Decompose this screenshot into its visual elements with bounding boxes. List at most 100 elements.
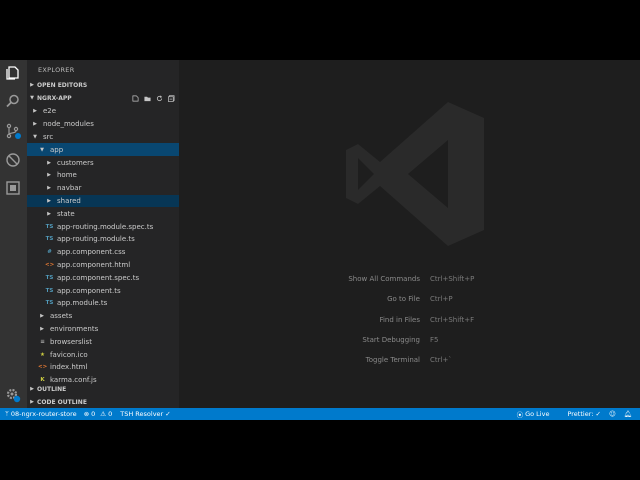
shortcut-label[interactable]: Show All Commands — [270, 275, 420, 283]
files-icon[interactable] — [4, 64, 22, 82]
chevron-right-icon[interactable]: ▶ — [45, 211, 53, 217]
shortcut-key: Ctrl+P — [430, 295, 453, 304]
tree-file[interactable]: <> app.component.html — [27, 259, 179, 272]
tree-folder[interactable]: ▶ customers — [27, 156, 179, 169]
tree-item-label: browserslist — [50, 337, 92, 346]
shortcut-label[interactable]: Go to File — [270, 295, 420, 303]
shortcut-label[interactable]: Toggle Terminal — [270, 356, 420, 364]
vscode-window: EXPLORER ▶ OPEN EDITORS ▼ NGRX-APP ▶ e2e ▶… — [0, 60, 640, 420]
chevron-right-icon[interactable]: ▶ — [38, 326, 46, 332]
tree-file[interactable]: TS app-routing.module.ts — [27, 233, 179, 246]
tree-item-label: app.module.ts — [57, 299, 108, 308]
ts-file-icon: TS — [45, 300, 54, 307]
new-folder-icon[interactable] — [144, 95, 151, 102]
vscode-logo-icon — [344, 98, 489, 254]
tree-item-label: app.component.html — [57, 260, 131, 269]
tree-file[interactable]: TS app.component.spec.ts — [27, 271, 179, 284]
tree-file[interactable]: TS app.component.ts — [27, 284, 179, 297]
ts-file-icon: TS — [45, 236, 54, 243]
ts-file-icon: TS — [45, 223, 54, 230]
tree-file[interactable]: TS app.module.ts — [27, 297, 179, 310]
tree-item-label: favicon.ico — [50, 350, 88, 359]
tree-item-label: app.component.spec.ts — [57, 273, 140, 282]
tree-item-label: app-routing.module.ts — [57, 235, 135, 244]
tree-file[interactable]: <> index.html — [27, 361, 179, 374]
chevron-down-icon[interactable]: ▼ — [31, 134, 39, 140]
tree-folder[interactable]: ▶ node_modules — [27, 118, 179, 131]
chevron-right-icon[interactable]: ▶ — [45, 198, 53, 204]
problems-indicator[interactable]: ⊗ 0 ⚠ 0 — [84, 410, 113, 418]
tree-folder[interactable]: ▶ environments — [27, 323, 179, 336]
feedback-button[interactable]: ☺ — [609, 410, 616, 418]
project-label: NGRX-APP — [37, 94, 72, 102]
go-live-label: Go Live — [525, 410, 550, 418]
notifications-button[interactable]: 🔔︎ — [624, 410, 632, 418]
tree-item-label: customers — [57, 158, 94, 167]
source-control-icon[interactable] — [4, 122, 22, 140]
fav-file-icon: ★ — [40, 351, 45, 358]
chevron-right-icon: ▶ — [30, 399, 34, 405]
tree-item-label: node_modules — [43, 120, 94, 129]
shortcut-key: Ctrl+Shift+P — [430, 275, 475, 283]
search-icon[interactable] — [4, 92, 22, 110]
prettier-indicator[interactable]: Prettier: ✓ — [567, 410, 601, 418]
tree-folder[interactable]: ▶ shared — [27, 194, 179, 208]
ts-file-icon: TS — [45, 287, 54, 294]
tree-folder[interactable]: ▶ state — [27, 207, 179, 220]
broadcast-icon: ⦿ — [516, 411, 524, 419]
smiley-icon: ☺ — [608, 410, 616, 418]
chevron-right-icon[interactable]: ▶ — [45, 185, 53, 191]
tree-folder[interactable]: ▶ e2e — [27, 105, 179, 118]
shortcut-label[interactable]: Find in Files — [270, 316, 420, 324]
open-editors-section[interactable]: ▶ OPEN EDITORS — [27, 79, 179, 91]
tree-file[interactable]: # app.component.css — [27, 246, 179, 259]
outline-label: OUTLINE — [37, 385, 67, 393]
outline-section[interactable]: ▶ OUTLINE — [27, 383, 179, 395]
project-section[interactable]: ▼ NGRX-APP — [27, 92, 179, 104]
tree-folder[interactable]: ▼ src — [27, 131, 179, 144]
go-live-button[interactable]: ⦿ Go Live — [517, 409, 550, 419]
tree-item-label: home — [57, 171, 77, 180]
new-file-icon[interactable] — [132, 95, 139, 102]
gear-icon[interactable] — [4, 386, 22, 404]
tree-folder[interactable]: ▶ assets — [27, 310, 179, 323]
warning-icon: ⚠ — [100, 410, 107, 418]
chevron-right-icon[interactable]: ▶ — [31, 108, 39, 114]
explorer-sidebar: EXPLORER ▶ OPEN EDITORS ▼ NGRX-APP ▶ e2e ▶… — [27, 60, 179, 408]
shortcut-label[interactable]: Start Debugging — [270, 336, 420, 344]
chevron-right-icon[interactable]: ▶ — [45, 172, 53, 178]
tree-folder[interactable]: ▼ app — [27, 143, 179, 157]
chevron-right-icon: ▶ — [30, 386, 34, 392]
code-outline-label: CODE OUTLINE — [37, 398, 87, 406]
tree-folder[interactable]: ▶ home — [27, 169, 179, 182]
refresh-icon[interactable] — [156, 94, 163, 102]
branch-indicator[interactable]: ᛘ 08-ngrx-router-store — [5, 410, 77, 418]
explorer-title: EXPLORER — [38, 66, 75, 74]
tree-file[interactable]: ★ favicon.ico — [27, 348, 179, 361]
chevron-right-icon[interactable]: ▶ — [45, 160, 53, 166]
tree-item-label: navbar — [57, 184, 82, 193]
error-count: 0 — [91, 410, 96, 418]
tree-item-label: e2e — [43, 107, 57, 116]
tree-item-label: environments — [50, 324, 99, 333]
tree-file[interactable]: TS app-routing.module.spec.ts — [27, 220, 179, 233]
status-bar: ᛘ 08-ngrx-router-store ⊗ 0 ⚠ 0 TSH Resol… — [0, 408, 640, 420]
css-file-icon: # — [47, 249, 52, 256]
chevron-right-icon[interactable]: ▶ — [31, 121, 39, 127]
editor-area[interactable]: Show All Commands Ctrl+Shift+P Go to File C… — [179, 60, 640, 408]
extensions-icon[interactable] — [4, 179, 22, 197]
tslint-label: TSH Resolver ✓ — [120, 410, 171, 418]
code-outline-section[interactable]: ▶ CODE OUTLINE — [27, 396, 179, 408]
chevron-right-icon[interactable]: ▶ — [38, 313, 46, 319]
collapse-all-icon[interactable] — [168, 94, 175, 102]
git-branch-icon: ᛘ — [5, 410, 9, 418]
tslint-indicator[interactable]: TSH Resolver ✓ — [120, 410, 170, 418]
shortcut-key: Ctrl+Shift+F — [430, 315, 475, 324]
debug-icon[interactable] — [4, 151, 22, 169]
explorer-toolbar — [132, 92, 175, 104]
tree-item-label: app-routing.module.spec.ts — [57, 222, 154, 231]
tree-file[interactable]: ≡ browserslist — [27, 335, 179, 348]
chevron-down-icon[interactable]: ▼ — [38, 147, 46, 153]
html-file-icon: <> — [45, 261, 55, 268]
tree-folder[interactable]: ▶ navbar — [27, 182, 179, 195]
